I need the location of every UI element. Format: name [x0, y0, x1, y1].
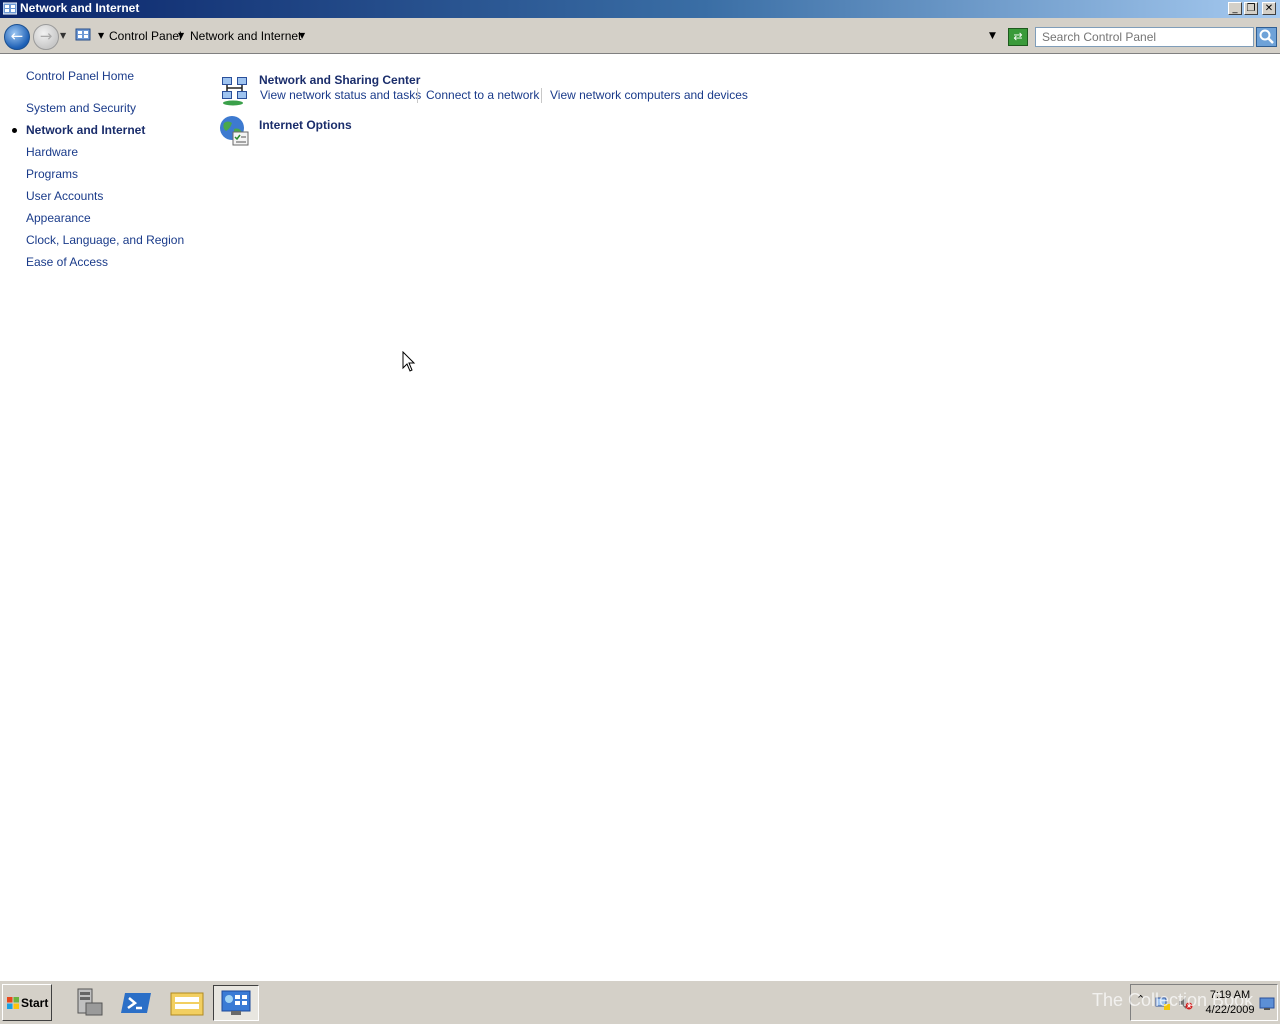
clock-date[interactable]: 4/22/2009 [1200, 1004, 1260, 1016]
task-separator [417, 88, 418, 103]
category-title[interactable]: Internet Options [259, 118, 352, 132]
clock-time[interactable]: 7:19 AM [1200, 989, 1260, 1001]
forward-button[interactable]: → [33, 24, 59, 50]
address-history-dropdown[interactable]: ▼ [989, 31, 996, 41]
explorer-icon[interactable] [165, 985, 209, 1021]
start-button[interactable]: Start [2, 984, 52, 1021]
search-icon [1259, 29, 1274, 44]
network-sharing-icon[interactable] [219, 75, 251, 107]
breadcrumb-separator-dropdown[interactable]: ▼ [178, 31, 184, 40]
search-button[interactable] [1256, 27, 1277, 47]
task-separator [541, 88, 542, 103]
control-panel-icon [75, 28, 91, 41]
server-manager-icon[interactable] [66, 985, 110, 1021]
nav-ease-of-access[interactable]: Ease of Access [26, 255, 108, 269]
task-connect-to-network[interactable]: Connect to a network [426, 88, 539, 102]
nav-system-and-security[interactable]: System and Security [26, 101, 136, 115]
control-panel-taskbar-button[interactable] [213, 985, 259, 1021]
windows-logo-icon [7, 997, 19, 1009]
back-button[interactable]: ← [4, 24, 30, 50]
taskbar: Start ⌃ The Collection Book [0, 980, 1280, 1024]
refresh-icon: ⇄ [1013, 30, 1023, 43]
control-panel-icon [221, 990, 251, 1015]
nav-network-and-internet[interactable]: Network and Internet [26, 123, 145, 137]
nav-clock-language-region[interactable]: Clock, Language, and Region [26, 233, 184, 247]
refresh-button[interactable]: ⇄ [1008, 28, 1028, 46]
nav-appearance[interactable]: Appearance [26, 211, 91, 225]
nav-programs[interactable]: Programs [26, 167, 78, 181]
category-title[interactable]: Network and Sharing Center [259, 73, 420, 87]
address-bar[interactable]: ▼ Control Panel ▼ Network and Internet ▼ [73, 22, 1001, 49]
back-arrow-icon: ← [10, 27, 24, 45]
forward-arrow-icon: → [39, 27, 53, 45]
restore-button[interactable]: ❐ [1244, 2, 1258, 15]
window-title: Network and Internet [20, 1, 140, 15]
breadcrumb-end-dropdown[interactable]: ▼ [299, 31, 305, 40]
control-panel-icon [3, 2, 17, 15]
search-input[interactable] [1035, 27, 1254, 47]
task-view-network-status[interactable]: View network status and tasks [260, 88, 421, 102]
breadcrumb-control-panel[interactable]: Control Panel [109, 29, 182, 43]
minimize-button[interactable]: _ [1228, 2, 1242, 15]
recent-pages-dropdown[interactable]: ▼ [60, 31, 66, 40]
mouse-cursor-icon [402, 351, 416, 372]
internet-options-icon[interactable] [218, 115, 250, 147]
task-view-network-computers[interactable]: View network computers and devices [550, 88, 748, 102]
nav-hardware[interactable]: Hardware [26, 145, 78, 159]
close-button[interactable]: ✕ [1262, 2, 1276, 15]
title-bar: Network and Internet _ ❐ ✕ [0, 0, 1280, 18]
powershell-icon[interactable] [115, 985, 159, 1021]
nav-control-panel-home[interactable]: Control Panel Home [26, 69, 134, 83]
start-label: Start [21, 996, 49, 1010]
breadcrumb-root-dropdown[interactable]: ▼ [98, 31, 104, 40]
breadcrumb-network-and-internet[interactable]: Network and Internet [190, 29, 301, 43]
nav-user-accounts[interactable]: User Accounts [26, 189, 103, 203]
current-item-bullet [12, 128, 17, 133]
show-desktop-icon[interactable] [1259, 997, 1275, 1011]
